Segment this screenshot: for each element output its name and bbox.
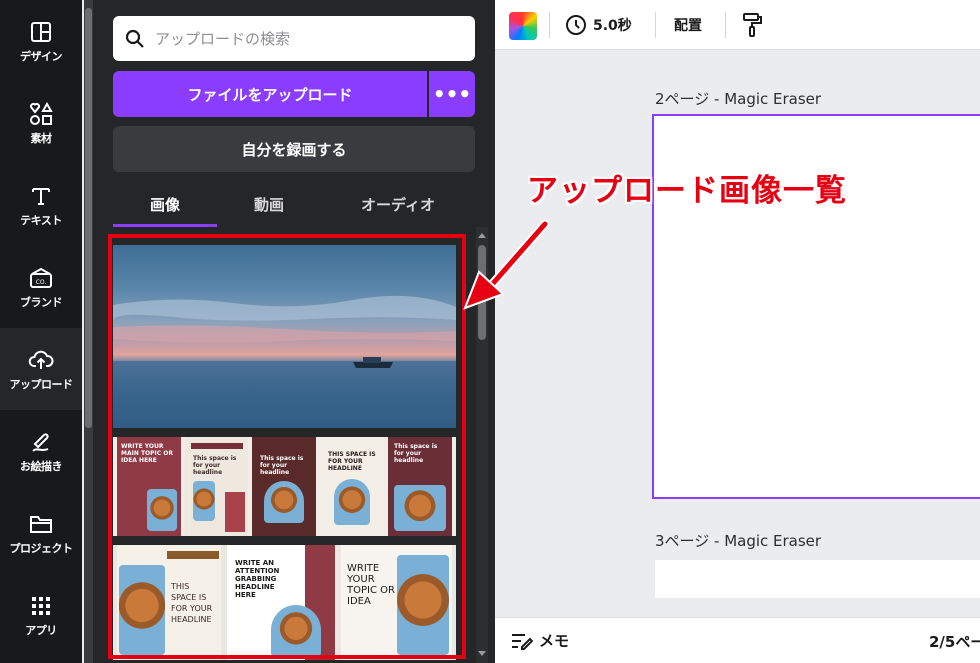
sidebar-item-uploads[interactable]: アップロード: [0, 328, 82, 410]
record-yourself-button[interactable]: 自分を録画する: [113, 126, 475, 172]
template-text: This space is for your headline: [193, 455, 237, 476]
text-icon: [28, 183, 54, 209]
annotation-arrow-icon: [463, 219, 550, 310]
template-text: This space is for your headline: [394, 443, 438, 464]
uploaded-image-ocean-ship[interactable]: [113, 245, 456, 428]
dog-photo: [264, 481, 304, 523]
sidebar-item-label: 素材: [30, 131, 53, 145]
tab-audio[interactable]: オーディオ: [333, 183, 463, 225]
dog-photo: [271, 605, 321, 657]
annotation-label: アップロード画像一覧: [527, 173, 847, 209]
design-canvas-area: 2ページ - Magic Eraser 3ページ - Magic Eraser: [495, 51, 980, 617]
brand-icon: CO.: [28, 265, 54, 291]
upload-files-button[interactable]: ファイルをアップロード: [113, 71, 427, 117]
tab-images[interactable]: 画像: [113, 183, 217, 225]
search-icon: [125, 29, 144, 48]
sidebar-item-text[interactable]: テキスト: [0, 164, 82, 246]
dog-photo: [119, 565, 165, 655]
toolbar-divider: [549, 12, 550, 38]
sidebar-item-label: お絵描き: [20, 459, 63, 473]
page-counter[interactable]: 2/5ペー: [929, 631, 980, 652]
shapes-icon: [28, 101, 54, 127]
sidebar-item-label: プロジェクト: [9, 541, 74, 555]
editor-toolbar: 5.0秒 配置: [495, 0, 980, 50]
svg-text:CO.: CO.: [36, 279, 47, 286]
draw-icon: [28, 429, 54, 455]
arrange-button[interactable]: 配置: [674, 12, 702, 38]
template-text: WRITE YOUR MAIN TOPIC OR IDEA HERE: [121, 443, 173, 464]
page-3-label: 3ページ - Magic Eraser: [655, 532, 822, 550]
layout-icon: [28, 19, 54, 45]
sidebar-item-label: デザイン: [20, 49, 63, 63]
uploaded-image-templates-2[interactable]: THIS SPACE IS FOR YOUR HEADLINE WRITE AN…: [113, 545, 456, 660]
template-text: This space is for your headline: [260, 455, 304, 476]
dog-photo: [394, 485, 446, 531]
paint-roller-icon: [743, 13, 762, 37]
sidebar-item-projects[interactable]: プロジェクト: [0, 492, 82, 574]
cloud-upload-icon: [28, 347, 54, 373]
search-input[interactable]: アップロードの検索: [113, 16, 475, 61]
scroll-down-icon[interactable]: [478, 651, 486, 656]
toolbar-divider: [725, 12, 726, 38]
template-text: THIS SPACE IS FOR YOUR HEADLINE: [328, 451, 376, 472]
sidebar-item-apps[interactable]: アプリ: [0, 574, 82, 656]
active-tab-indicator: [113, 224, 217, 227]
sidebar-item-label: アプリ: [25, 623, 57, 637]
template-text: THIS SPACE IS FOR YOUR HEADLINE: [171, 582, 213, 624]
sidebar-item-draw[interactable]: お絵描き: [0, 410, 82, 492]
dog-photo: [193, 481, 215, 521]
apps-icon: [28, 593, 54, 619]
template-text: WRITE AN ATTENTION GRABBING HEADLINE HER…: [235, 559, 280, 599]
sidebar-item-label: アップロード: [9, 377, 74, 391]
folder-icon: [28, 511, 54, 537]
dog-photo: [397, 555, 449, 655]
search-placeholder: アップロードの検索: [155, 30, 291, 48]
notes-button[interactable]: メモ: [511, 630, 569, 651]
sidebar-nav: デザイン 素材 テキスト CO. ブランド アップロード お絵描き プロジェクト…: [0, 0, 82, 663]
sidebar-item-label: テキスト: [20, 213, 62, 227]
editor-bottom-bar: メモ 2/5ペー: [495, 617, 980, 663]
sidebar-item-label: ブランド: [20, 295, 63, 309]
tab-videos[interactable]: 動画: [217, 183, 321, 225]
sidebar-item-design[interactable]: デザイン: [0, 0, 82, 82]
notes-icon: [512, 633, 533, 650]
sidebar-item-brand[interactable]: CO. ブランド: [0, 246, 82, 328]
toolbar-divider: [655, 12, 656, 38]
duration-button[interactable]: 5.0秒: [565, 12, 632, 38]
clock-icon: [566, 15, 586, 35]
color-picker-button[interactable]: [509, 12, 537, 40]
page-3-canvas[interactable]: [655, 560, 980, 598]
sidebar-item-elements[interactable]: 素材: [0, 82, 82, 164]
template-text: WRITE YOUR TOPIC OR IDEA: [347, 563, 395, 607]
notes-label: メモ: [539, 632, 570, 650]
copy-style-button[interactable]: [741, 12, 763, 42]
page-2-label: 2ページ - Magic Eraser: [655, 90, 822, 108]
duration-value: 5.0秒: [593, 18, 632, 34]
more-options-button[interactable]: •••: [429, 71, 475, 117]
sidebar-scrollbar-thumb[interactable]: [85, 8, 92, 428]
dog-photo: [334, 479, 370, 525]
uploads-panel: アップロードの検索 ファイルをアップロード ••• 自分を録画する 画像 動画 …: [93, 0, 495, 663]
dog-photo: [147, 489, 177, 531]
uploaded-image-templates-1[interactable]: WRITE YOUR MAIN TOPIC OR IDEA HERE This …: [113, 437, 456, 536]
